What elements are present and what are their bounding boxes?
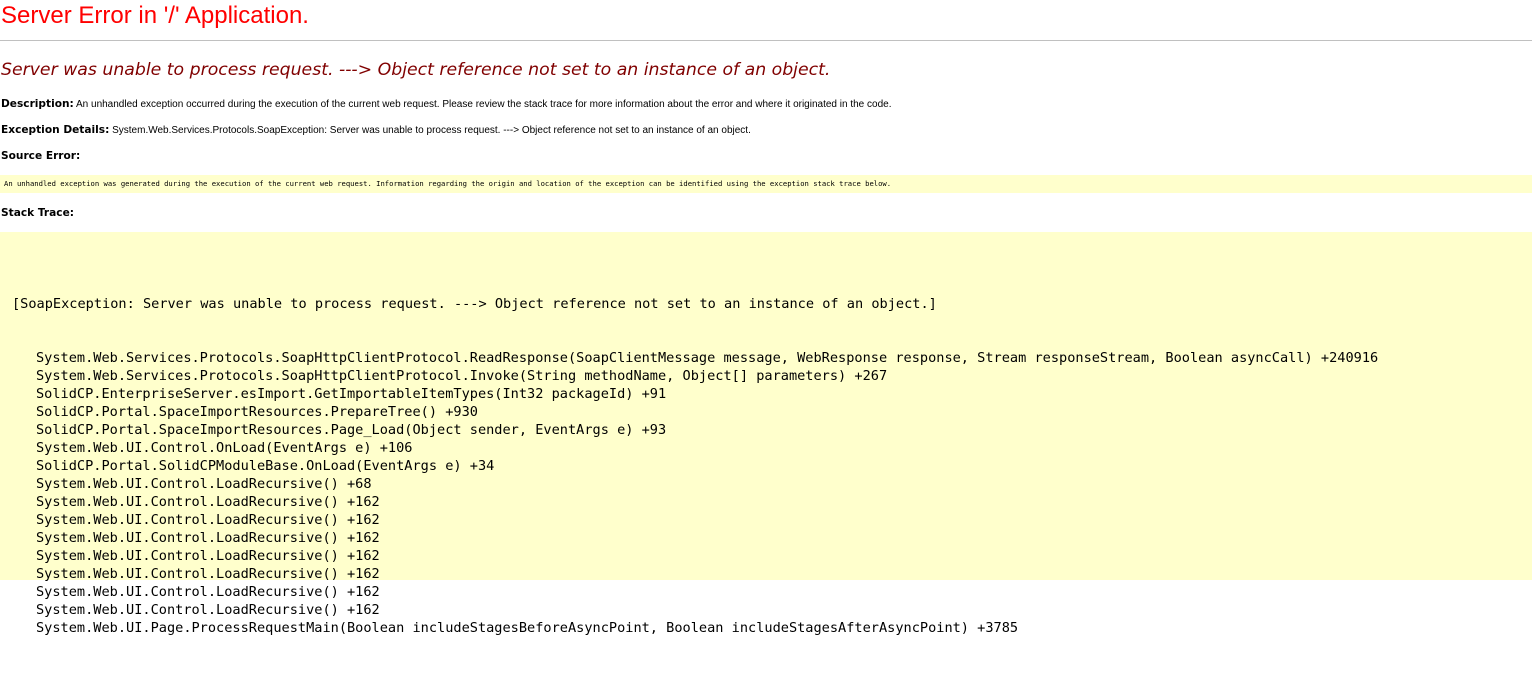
source-error-heading: Source Error: <box>1 150 81 162</box>
stack-trace-box: [SoapException: Server was unable to pro… <box>0 232 1532 636</box>
exception-details-line: Exception Details: System.Web.Services.P… <box>1 123 751 138</box>
stack-frame: System.Web.Services.Protocols.SoapHttpCl… <box>36 368 888 384</box>
source-error-text: An unhandled exception was generated dur… <box>4 179 892 188</box>
stack-frame: SolidCP.EnterpriseServer.esImport.GetImp… <box>36 386 667 402</box>
stack-frame: System.Web.UI.Control.LoadRecursive() +1… <box>36 566 380 582</box>
error-headline: Server was unable to process request. --… <box>1 60 831 80</box>
stack-frame: System.Web.Services.Protocols.SoapHttpCl… <box>36 350 1379 366</box>
stack-frame: System.Web.UI.Control.LoadRecursive() +1… <box>36 548 380 564</box>
exception-details-text: System.Web.Services.Protocols.SoapExcept… <box>109 125 751 136</box>
description-line: Description: An unhandled exception occu… <box>1 97 891 112</box>
stack-frame: System.Web.UI.Control.LoadRecursive() +1… <box>36 530 380 546</box>
stack-frame: System.Web.UI.Page.ProcessRequestMain(Bo… <box>36 620 1019 636</box>
stack-frame: System.Web.UI.Control.LoadRecursive() +6… <box>36 476 372 492</box>
stack-trace-header-line: [SoapException: Server was unable to pro… <box>12 296 937 312</box>
stack-frames-list: System.Web.Services.Protocols.SoapHttpCl… <box>12 349 1378 637</box>
description-label: Description: <box>1 98 74 110</box>
description-text: An unhandled exception occurred during t… <box>73 99 892 110</box>
stack-frame: System.Web.UI.Control.OnLoad(EventArgs e… <box>36 440 413 456</box>
stack-frame: System.Web.UI.Control.LoadRecursive() +1… <box>36 602 380 618</box>
exception-details-label: Exception Details: <box>1 124 110 136</box>
stack-frame: System.Web.UI.Control.LoadRecursive() +1… <box>36 512 380 528</box>
stack-trace-text: [SoapException: Server was unable to pro… <box>12 259 1378 673</box>
page-title: Server Error in '/' Application. <box>1 2 309 29</box>
stack-frame: System.Web.UI.Control.LoadRecursive() +1… <box>36 584 380 600</box>
source-error-box: An unhandled exception was generated dur… <box>0 175 1532 193</box>
stack-frame: SolidCP.Portal.SpaceImportResources.Prep… <box>36 404 478 420</box>
stack-frame: SolidCP.Portal.SolidCPModuleBase.OnLoad(… <box>36 458 495 474</box>
title-divider <box>0 40 1532 41</box>
stack-trace-heading: Stack Trace: <box>1 207 74 219</box>
stack-frame: System.Web.UI.Control.LoadRecursive() +1… <box>36 494 380 510</box>
stack-frame: SolidCP.Portal.SpaceImportResources.Page… <box>36 422 667 438</box>
